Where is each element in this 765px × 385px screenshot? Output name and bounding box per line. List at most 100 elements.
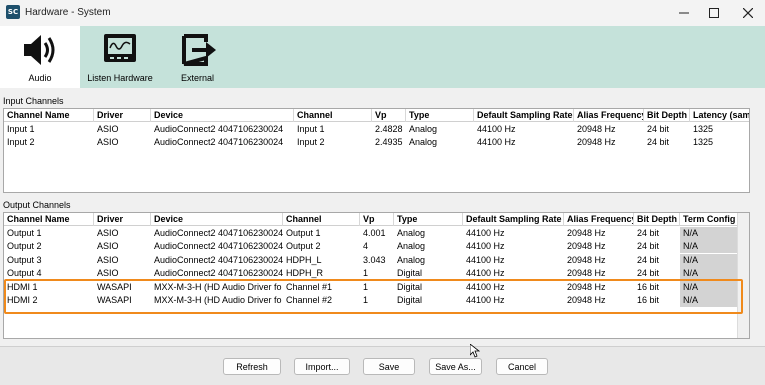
- table-cell: N/A: [680, 227, 738, 240]
- table-cell: HDMI 1: [7, 281, 38, 292]
- table-cell: 20948 Hz: [567, 268, 606, 279]
- column-header[interactable]: Term Config: [680, 213, 738, 226]
- table-cell: 2.4828: [375, 124, 403, 134]
- table-cell: 24 bit: [637, 241, 660, 252]
- table-cell: ASIO: [97, 268, 119, 279]
- table-cell: Analog: [409, 124, 438, 134]
- table-cell: Input 2: [7, 137, 35, 148]
- speaker-icon: [24, 35, 55, 65]
- table-row[interactable]: Output 3 ASIO AudioConnect2 4047106230024 H…: [4, 253, 749, 267]
- column-header[interactable]: Channel: [283, 213, 360, 226]
- table-row[interactable]: HDMI 2 WASAPI MXX-M-3-H (HD Audio Driver f…: [4, 294, 749, 307]
- output-channels-table[interactable]: Channel Name Driver Device Channel Vp Type Def…: [3, 212, 750, 339]
- output-channels-label: Output Channels: [3, 200, 71, 210]
- window-title: Hardware - System: [25, 7, 111, 18]
- table-cell: Analog: [409, 137, 438, 148]
- column-header[interactable]: Driver: [94, 109, 151, 122]
- table-row[interactable]: HDMI 1 WASAPI MXX-M-3-H (HD Audio Driver f…: [4, 280, 749, 294]
- column-header[interactable]: Driver: [94, 213, 151, 226]
- column-header[interactable]: Vp: [360, 213, 394, 226]
- table-cell: WASAPI: [97, 281, 132, 292]
- table-cell: Analog: [397, 254, 426, 265]
- table-cell: Input 2: [297, 137, 325, 148]
- mouse-cursor-icon: [470, 344, 480, 358]
- table-cell: 20948 Hz: [567, 295, 606, 305]
- import-button[interactable]: Import...: [294, 358, 350, 375]
- table-cell: 20948 Hz: [567, 228, 606, 238]
- table-cell: WASAPI: [97, 295, 132, 305]
- table-cell: Output 4: [7, 268, 42, 279]
- table-cell: AudioConnect2 4047106230024: [154, 254, 283, 265]
- table-cell: 44100 Hz: [477, 137, 516, 148]
- table-cell: 24 bit: [637, 268, 660, 279]
- refresh-button[interactable]: Refresh: [223, 358, 281, 375]
- column-header[interactable]: Alias Frequency: [564, 213, 634, 226]
- table-cell: Output 2: [7, 241, 42, 252]
- table-cell: Analog: [397, 241, 426, 252]
- column-header[interactable]: Default Sampling Rate: [474, 109, 574, 122]
- column-header[interactable]: Latency (samp: [690, 109, 749, 122]
- table-cell: 20948 Hz: [577, 124, 616, 134]
- cancel-button[interactable]: Cancel: [496, 358, 548, 375]
- table-cell: MXX-M-3-H (HD Audio Driver fo: [154, 295, 282, 305]
- table-cell: 44100 Hz: [466, 228, 505, 238]
- column-header[interactable]: Type: [406, 109, 474, 122]
- column-header[interactable]: Device: [151, 213, 283, 226]
- column-header[interactable]: Type: [394, 213, 463, 226]
- table-cell: Output 1: [7, 228, 42, 238]
- table-cell: N/A: [680, 294, 738, 307]
- column-header[interactable]: Device: [151, 109, 294, 122]
- table-cell: HDMI 2: [7, 295, 38, 305]
- table-cell: Digital: [397, 268, 423, 279]
- table-cell: AudioConnect2 4047106230024: [154, 124, 284, 134]
- column-header[interactable]: Bit Depth: [634, 213, 680, 226]
- table-cell: Analog: [397, 228, 426, 238]
- table-cell: Output 3: [7, 254, 42, 265]
- title-bar: SC Hardware - System: [0, 0, 765, 26]
- column-header[interactable]: Channel: [294, 109, 372, 122]
- table-cell: 44100 Hz: [466, 254, 505, 265]
- table-cell: AudioConnect2 4047106230024: [154, 137, 284, 148]
- vertical-scrollbar[interactable]: [737, 213, 749, 338]
- save-as-button[interactable]: Save As...: [429, 358, 482, 375]
- table-row[interactable]: Output 1 ASIO AudioConnect2 4047106230024 O…: [4, 227, 749, 240]
- column-header[interactable]: Vp: [372, 109, 406, 122]
- audio-label: Audio: [28, 73, 52, 83]
- minimize-icon: [679, 12, 689, 14]
- table-cell: 2.4935: [375, 137, 403, 148]
- column-header[interactable]: Alias Frequency: [574, 109, 644, 122]
- audio-tab[interactable]: Audio: [0, 26, 80, 88]
- table-row[interactable]: Output 2 ASIO AudioConnect2 4047106230024 O…: [4, 240, 749, 254]
- table-cell: 24 bit: [647, 124, 670, 134]
- table-cell: 44100 Hz: [466, 268, 505, 279]
- column-header[interactable]: Bit Depth: [644, 109, 690, 122]
- column-header[interactable]: Default Sampling Rate: [463, 213, 564, 226]
- table-row[interactable]: Input 2 ASIO AudioConnect2 4047106230024 In…: [4, 136, 749, 149]
- table-cell: N/A: [680, 267, 738, 281]
- table-header-row: Channel Name Driver Device Channel Vp Type Def…: [4, 213, 749, 226]
- table-cell: 44100 Hz: [477, 124, 516, 134]
- listen-hardware-label: Listen Hardware: [87, 73, 153, 83]
- external-tab[interactable]: External: [160, 26, 235, 88]
- table-cell: N/A: [680, 240, 738, 254]
- save-button[interactable]: Save: [363, 358, 415, 375]
- table-cell: 16 bit: [637, 281, 660, 292]
- table-cell: ASIO: [97, 124, 119, 134]
- column-header[interactable]: Channel Name: [4, 109, 94, 122]
- table-cell: 4: [363, 241, 369, 252]
- table-row[interactable]: Input 1 ASIO AudioConnect2 4047106230024 In…: [4, 123, 749, 136]
- table-cell: 1: [363, 281, 369, 292]
- table-cell: ASIO: [97, 228, 119, 238]
- column-header[interactable]: Channel Name: [4, 213, 94, 226]
- input-channels-table[interactable]: Channel Name Driver Device Channel Vp Type Def…: [3, 108, 750, 193]
- table-cell: 44100 Hz: [466, 241, 505, 252]
- table-cell: 1325: [693, 124, 714, 134]
- close-button[interactable]: [728, 0, 765, 26]
- table-cell: ASIO: [97, 254, 119, 265]
- table-row[interactable]: Output 4 ASIO AudioConnect2 4047106230024 H…: [4, 267, 749, 281]
- hardware-icon: [104, 34, 136, 62]
- table-cell: 20948 Hz: [567, 241, 606, 252]
- table-cell: 24 bit: [637, 228, 660, 238]
- table-cell: MXX-M-3-H (HD Audio Driver fo: [154, 281, 282, 292]
- listen-hardware-tab[interactable]: Listen Hardware: [80, 26, 160, 88]
